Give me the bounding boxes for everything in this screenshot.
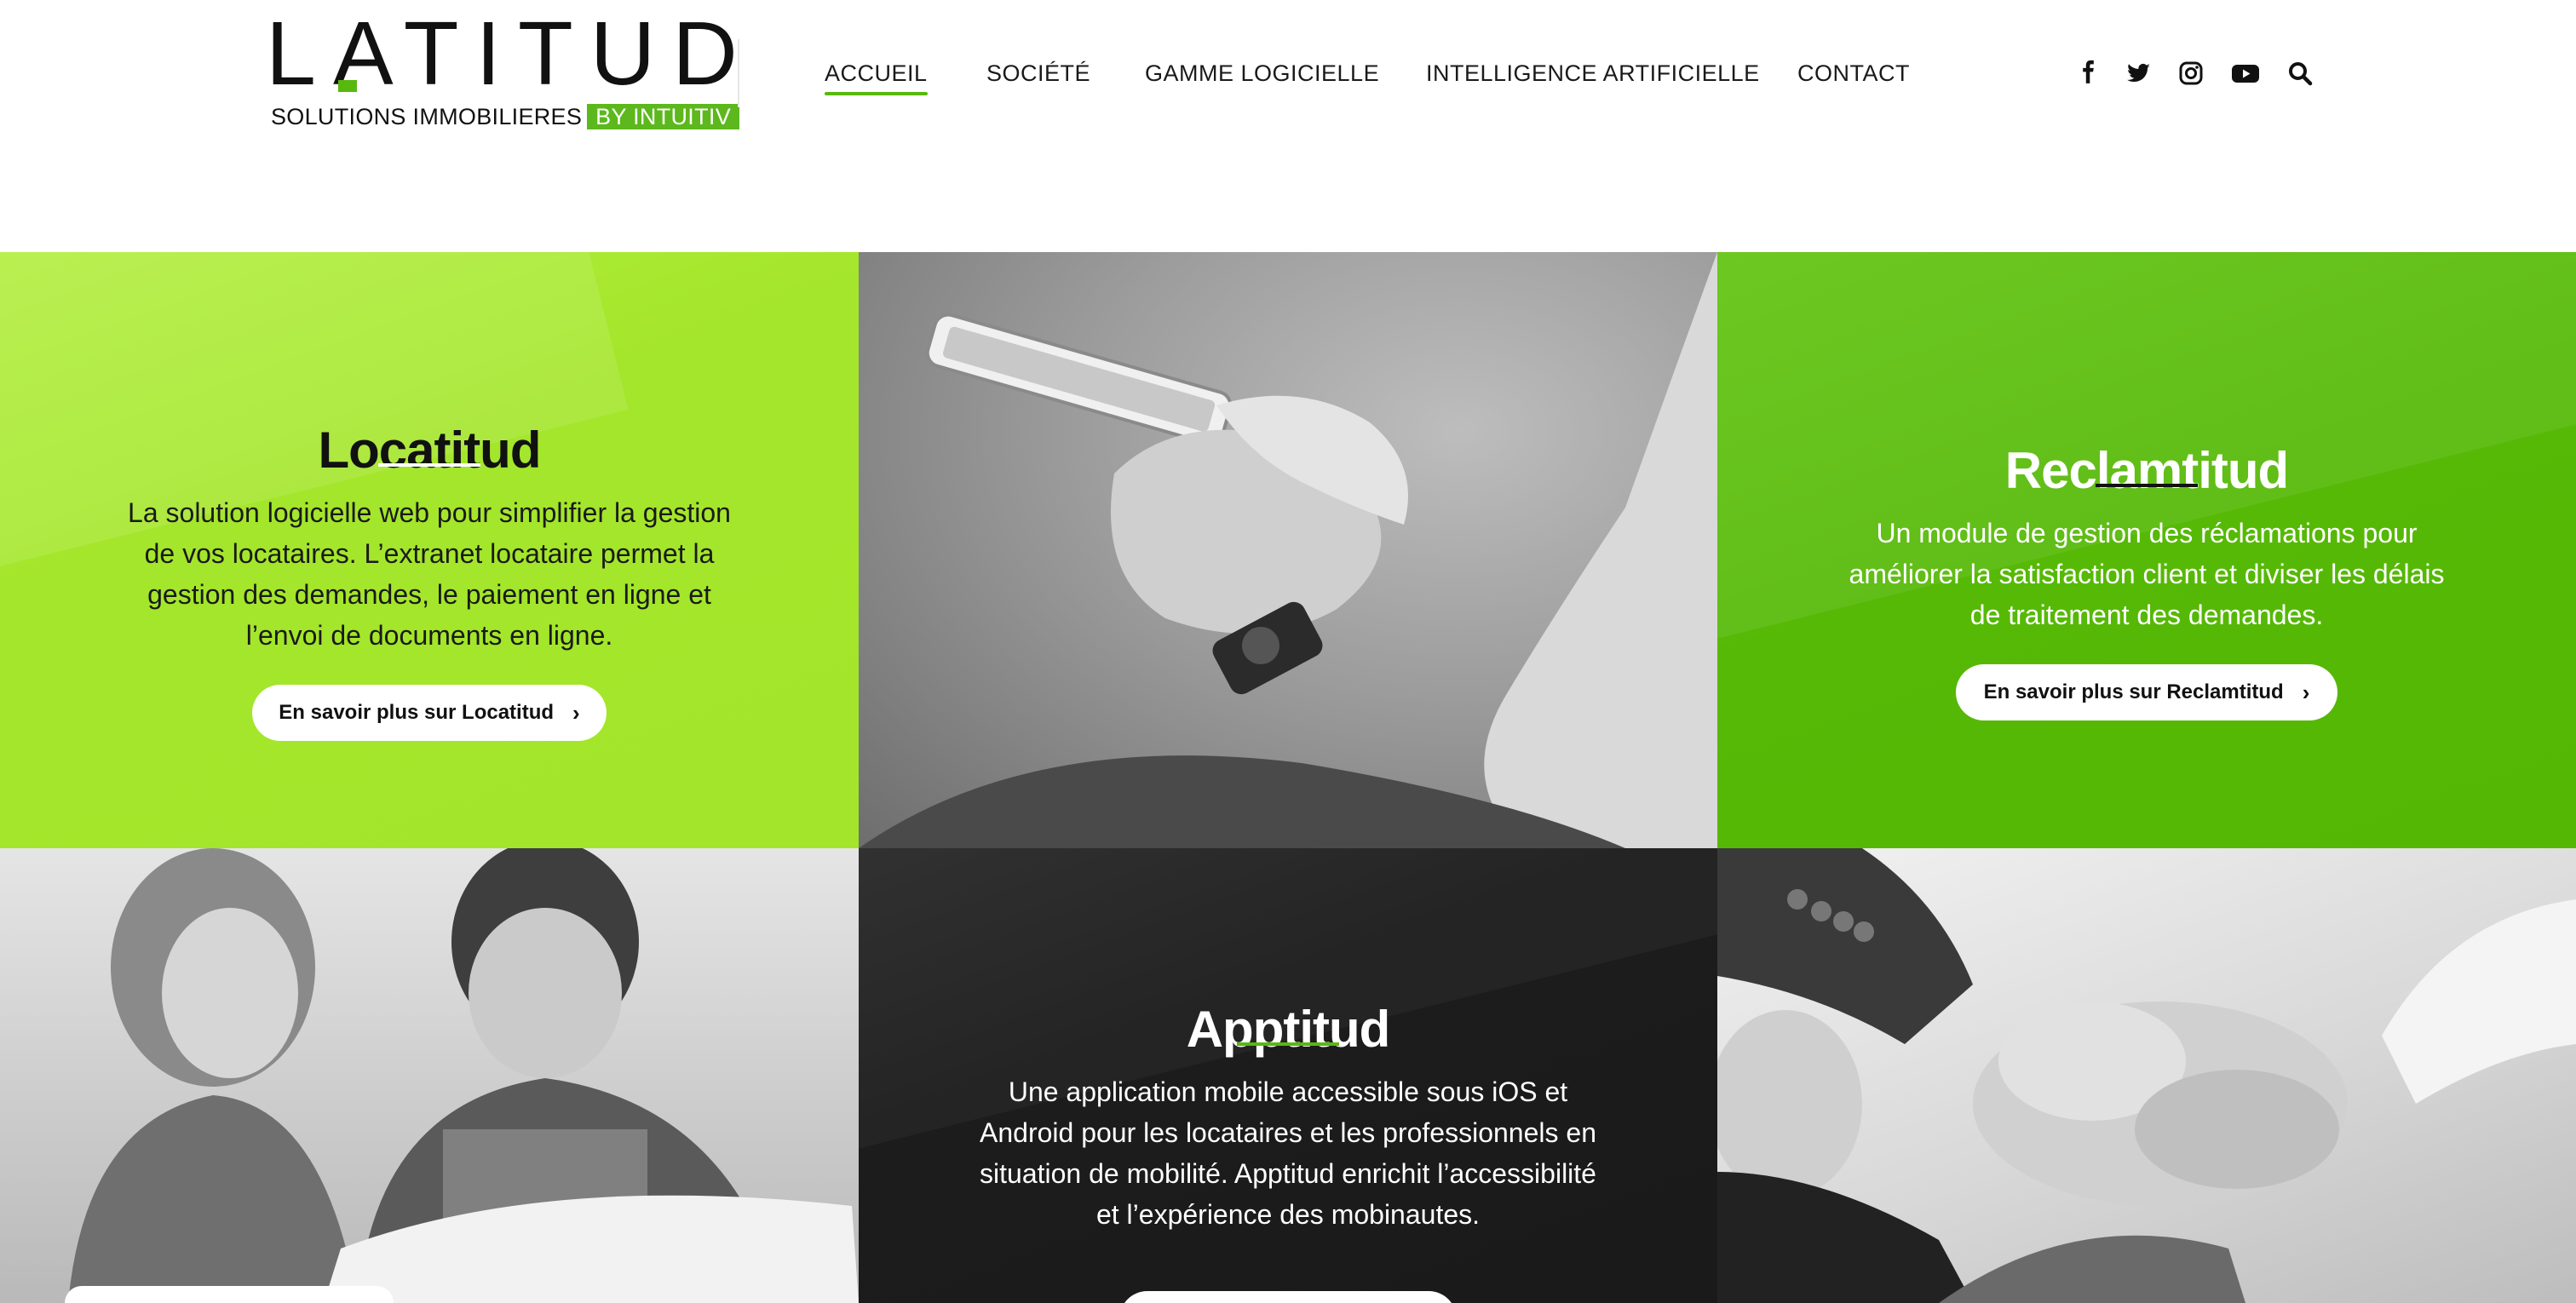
locatitud-title-rule [378,463,480,467]
facebook-icon[interactable] [2075,60,2102,87]
couple-plans-illustration [65,848,859,1303]
logo-tagline: SOLUTIONS IMMOBILIERES BY INTUITIV [271,102,739,131]
nav-item-contact[interactable]: CONTACT [1797,56,1910,90]
locatitud-button-label: En savoir plus sur Locatitud [279,701,555,724]
twitter-icon[interactable] [2125,60,2152,87]
phone-hands-photo [859,252,1717,848]
apptitud-title: Apptitud [1186,1000,1391,1058]
apptitud-more-button[interactable] [1119,1291,1457,1303]
apptitud-title-rule [1237,1042,1339,1046]
team-fists-photo [1717,848,2576,1303]
nav-item-accueil[interactable]: ACCUEIL [825,56,928,95]
chevron-right-icon: › [2302,679,2310,705]
nav-item-intelligence-artificielle[interactable]: INTELLIGENCE ARTIFICIELLE [1426,56,1760,90]
instagram-icon[interactable] [2177,60,2205,87]
logo-accent-mark [338,80,357,92]
team-fists-illustration [1717,848,2576,1303]
reclamtitud-title-rule [2096,484,2198,487]
reclamtitud-more-button[interactable]: En savoir plus sur Reclamtitud › [1956,664,2337,720]
couple-plans-photo [0,848,859,1303]
locatitud-title: Locatitud [318,421,542,479]
apptitud-description: Une application mobile accessible sous i… [980,1076,1596,1230]
card-locatitud: Locatitud La solution logicielle web pou… [0,252,859,848]
card-reclamtitud: Reclamtitud Un module de gestion des réc… [1717,252,2576,848]
header-divider [738,39,739,107]
reclamtitud-description: Un module de gestion des réclamations po… [1849,518,2445,630]
reclamtitud-title: Reclamtitud [2004,441,2289,499]
nav-item-societe[interactable]: SOCIÉTÉ [986,56,1090,90]
tagline-text: SOLUTIONS IMMOBILIERES [271,104,583,129]
locatitud-description: La solution logicielle web pour simplifi… [128,497,731,651]
latitud-logo[interactable]: LATITUD SOLUTIONS IMMOBILIERES BY INTUITI… [266,9,739,135]
phone-hands-illustration [859,252,1717,848]
site-header: LATITUD SOLUTIONS IMMOBILIERES BY INTUITI… [0,0,2576,252]
reclamtitud-button-label: En savoir plus sur Reclamtitud [1983,680,2284,703]
card-apptitud: Apptitud Une application mobile accessib… [859,848,1717,1303]
search-icon[interactable] [2286,60,2314,87]
chevron-right-icon: › [572,699,580,726]
youtube-icon[interactable] [2230,60,2261,87]
nav-item-gamme-logicielle[interactable]: GAMME LOGICIELLE [1145,56,1379,90]
locatitud-more-button[interactable]: En savoir plus sur Locatitud › [252,685,607,741]
tagline-badge: BY INTUITIV [587,104,739,129]
